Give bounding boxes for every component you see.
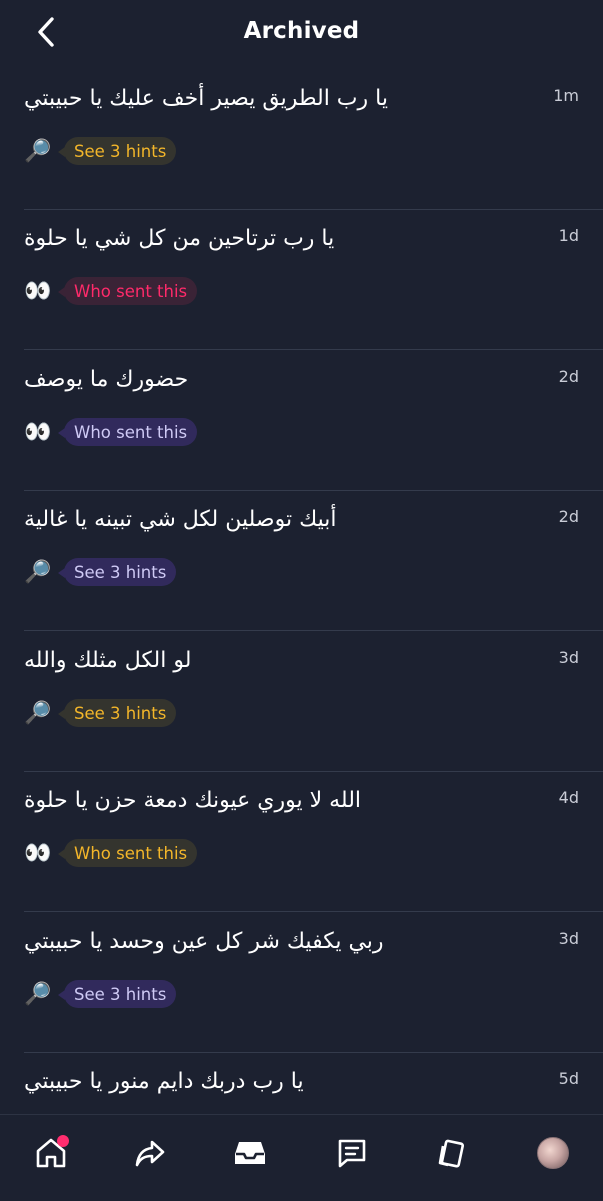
hint-row: 🔎 See 3 hints [24, 698, 177, 728]
timestamp: 2d [558, 507, 579, 526]
who-sent-button[interactable]: Who sent this [57, 839, 198, 867]
page-title: Archived [243, 18, 360, 44]
hint-row: 👀 Who sent this [24, 838, 198, 868]
inbox-icon [235, 1142, 265, 1164]
see-hints-button[interactable]: See 3 hints [57, 558, 177, 586]
message-text: حضورك ما يوصف [24, 367, 189, 392]
message-text: الله لا يوري عيونك دمعة حزن يا حلوة [24, 788, 362, 813]
eyes-icon: 👀 [24, 840, 52, 866]
who-sent-button[interactable]: Who sent this [57, 418, 198, 446]
message-text: لو الكل مثلك والله [24, 648, 192, 673]
tab-home[interactable] [31, 1133, 71, 1173]
bottom-tab-bar [0, 1114, 603, 1201]
list-item[interactable]: أبيك توصلين لكل شي تبينه يا غالية 2d 🔎 S… [0, 491, 603, 631]
tab-chat[interactable] [332, 1133, 372, 1173]
magnifier-icon: 🔎 [24, 559, 52, 585]
cards-icon [438, 1139, 465, 1168]
timestamp: 3d [558, 929, 579, 948]
tab-share[interactable] [130, 1133, 170, 1173]
list-item[interactable]: حضورك ما يوصف 2d 👀 Who sent this [0, 351, 603, 491]
message-text: ربي يكفيك شر كل عين وحسد يا حبيبتي [24, 929, 384, 954]
divider [24, 630, 603, 631]
hint-row: 👀 Who sent this [24, 276, 198, 306]
hint-row: 🔎 See 3 hints [24, 557, 177, 587]
header: Archived [0, 0, 603, 70]
magnifier-icon: 🔎 [24, 981, 52, 1007]
see-hints-button[interactable]: See 3 hints [57, 137, 177, 165]
tab-inbox[interactable] [230, 1133, 270, 1173]
divider [24, 349, 603, 350]
hint-row: 👀 Who sent this [24, 417, 198, 447]
message-text: يا رب دربك دايم منور يا حبيبتي [24, 1069, 304, 1094]
share-icon [135, 1140, 165, 1167]
magnifier-icon: 🔎 [24, 700, 52, 726]
eyes-icon: 👀 [24, 278, 52, 304]
divider [24, 911, 603, 912]
timestamp: 1m [553, 86, 579, 105]
see-hints-button[interactable]: See 3 hints [57, 980, 177, 1008]
chat-icon [338, 1139, 366, 1168]
timestamp: 4d [558, 788, 579, 807]
timestamp: 3d [558, 648, 579, 667]
tab-profile[interactable] [533, 1133, 573, 1173]
message-text: يا رب ترتاحين من كل شي يا حلوة [24, 226, 335, 251]
hint-row: 🔎 See 3 hints [24, 136, 177, 166]
message-text: أبيك توصلين لكل شي تبينه يا غالية [24, 507, 337, 532]
see-hints-button[interactable]: See 3 hints [57, 699, 177, 727]
list-item[interactable]: يا رب ترتاحين من كل شي يا حلوة 1d 👀 Who … [0, 210, 603, 350]
list-item[interactable]: لو الكل مثلك والله 3d 🔎 See 3 hints [0, 632, 603, 772]
eyes-icon: 👀 [24, 419, 52, 445]
list-item[interactable]: الله لا يوري عيونك دمعة حزن يا حلوة 4d 👀… [0, 772, 603, 912]
list-item[interactable]: ربي يكفيك شر كل عين وحسد يا حبيبتي 3d 🔎 … [0, 913, 603, 1053]
tab-cards[interactable] [432, 1133, 472, 1173]
magnifier-icon: 🔎 [24, 138, 52, 164]
list-item[interactable]: يا رب الطريق يصير أخف عليك يا حبيبتي 1m … [0, 70, 603, 210]
notification-badge [57, 1135, 69, 1147]
profile-avatar [537, 1137, 569, 1169]
who-sent-button[interactable]: Who sent this [57, 277, 198, 305]
timestamp: 1d [558, 226, 579, 245]
message-text: يا رب الطريق يصير أخف عليك يا حبيبتي [24, 86, 388, 111]
list-item[interactable]: يا رب دربك دايم منور يا حبيبتي 5d [0, 1053, 603, 1114]
timestamp: 5d [558, 1069, 579, 1088]
hint-row: 🔎 See 3 hints [24, 979, 177, 1009]
timestamp: 2d [558, 367, 579, 386]
